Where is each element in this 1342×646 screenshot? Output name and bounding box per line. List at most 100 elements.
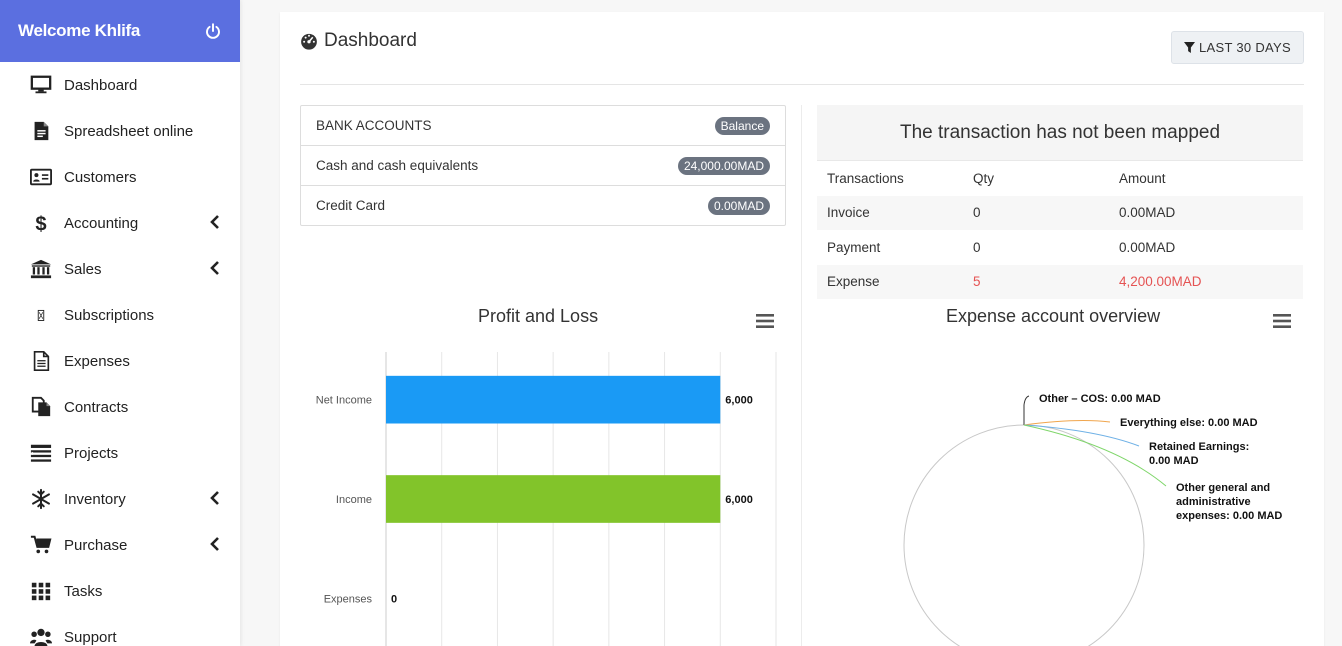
column-divider <box>801 105 802 646</box>
table-row[interactable]: Expense 5 4,200.00MAD <box>817 264 1303 299</box>
pie-outline <box>903 424 1145 646</box>
data-label: 6,000 <box>725 494 753 506</box>
snowflake-icon <box>29 487 53 511</box>
grid-icon <box>29 579 53 603</box>
slice-connector <box>1023 420 1111 426</box>
bank-accounts-title: BANK ACCOUNTS <box>316 118 432 133</box>
transaction-qty: 0 <box>973 239 981 255</box>
sidebar-item-projects[interactable]: Projects <box>0 430 240 476</box>
sidebar-header: Welcome Khlifa <box>0 0 240 62</box>
bar[interactable] <box>386 475 721 523</box>
transaction-name: Expense <box>817 264 963 299</box>
header-divider <box>300 84 1304 85</box>
sidebar: Welcome Khlifa Dashboard Spreadsheet onl… <box>0 0 240 646</box>
sidebar-item-label: Spreadsheet online <box>64 122 194 140</box>
sidebar-item-dashboard[interactable]: Dashboard <box>0 62 240 108</box>
slice-label: Retained Earnings: 0.00 MAD <box>1149 441 1249 467</box>
filter-icon <box>1184 42 1195 53</box>
broken-glyph-icon <box>29 303 53 327</box>
bank-account-row[interactable]: Cash and cash equivalents 24,000.00MAD <box>301 145 785 185</box>
page-header: Dashboard <box>300 30 417 52</box>
profit-loss-title: Profit and Loss <box>478 306 599 326</box>
bank-account-row[interactable]: Credit Card 0.00MAD <box>301 185 785 225</box>
sidebar-item-label: Purchase <box>64 536 128 554</box>
bank-account-balance: 24,000.00MAD <box>677 156 770 175</box>
sidebar-item-label: Support <box>64 628 117 646</box>
transaction-amount: 4,200.00MAD <box>1109 264 1303 299</box>
sidebar-item-inventory[interactable]: Inventory <box>0 476 240 522</box>
id-card-icon <box>29 165 53 189</box>
expense-overview-chart: Other – COS: 0.00 MAD Everything else: 0.… <box>903 393 1282 646</box>
bank-account-name: Credit Card <box>316 198 386 213</box>
transaction-amount: 0.00MAD <box>1119 239 1176 255</box>
transactions-title: The transaction has not been mapped <box>817 105 1303 161</box>
transaction-qty: 0 <box>963 195 1109 230</box>
table-row[interactable]: Payment 0 0.00MAD <box>817 230 1303 265</box>
sidebar-nav: Dashboard Spreadsheet online Customers $… <box>0 62 240 646</box>
sidebar-item-support[interactable]: Support <box>0 614 240 646</box>
category-label: Income <box>336 494 372 506</box>
category-label: Net Income <box>316 395 372 407</box>
bar[interactable] <box>386 375 721 424</box>
sidebar-item-expenses[interactable]: Expenses <box>0 338 240 384</box>
dashboard-gauge-icon <box>301 33 317 50</box>
table-header-row: Transactions Qty Amount <box>817 161 1303 196</box>
chart-menu-icon[interactable] <box>756 314 774 328</box>
data-label: 6,000 <box>725 395 753 407</box>
file-lines-icon <box>29 349 53 373</box>
chevron-left-icon <box>210 261 219 275</box>
page-title: Dashboard <box>324 30 417 51</box>
sidebar-item-sales[interactable]: Sales <box>0 246 240 292</box>
sidebar-item-subscriptions[interactable]: Subscriptions <box>0 292 240 338</box>
column-header: Amount <box>1119 170 1166 186</box>
power-icon[interactable] <box>204 22 222 40</box>
bank-icon <box>29 257 53 281</box>
sidebar-item-label: Projects <box>64 444 119 462</box>
sidebar-item-label: Dashboard <box>64 76 138 94</box>
category-label: Expenses <box>324 593 373 605</box>
chevron-left-icon <box>210 537 219 551</box>
users-icon <box>29 625 53 646</box>
list-bars-icon <box>29 441 53 465</box>
bank-account-balance: 0.00MAD <box>707 196 770 215</box>
slice-label: Other – COS: 0.00 MAD <box>1039 393 1161 405</box>
sidebar-item-label: Customers <box>64 168 137 186</box>
sidebar-item-label: Sales <box>64 260 102 278</box>
file-text-icon <box>29 119 53 143</box>
chart-menu-icon[interactable] <box>1273 314 1291 328</box>
slice-label: Other general and administrative expenses:… <box>1176 482 1282 522</box>
column-header: Qty <box>973 170 995 186</box>
svg-text:$: $ <box>35 213 46 234</box>
data-label: 0 <box>391 593 397 605</box>
chevron-left-icon <box>210 491 219 505</box>
sidebar-item-label: Subscriptions <box>64 306 155 324</box>
sidebar-item-accounting[interactable]: $ Accounting <box>0 200 240 246</box>
unmapped-transactions-card: The transaction has not been mapped Tran… <box>817 105 1303 299</box>
welcome-text: Welcome Khlifa <box>18 21 141 40</box>
balance-badge: Balance <box>714 116 770 135</box>
sidebar-item-customers[interactable]: Customers <box>0 154 240 200</box>
cart-icon <box>29 533 53 557</box>
sidebar-item-tasks[interactable]: Tasks <box>0 568 240 614</box>
sidebar-item-label: Expenses <box>64 352 130 370</box>
sidebar-item-spreadsheet[interactable]: Spreadsheet online <box>0 108 240 154</box>
sidebar-item-label: Contracts <box>64 398 129 416</box>
sidebar-item-purchase[interactable]: Purchase <box>0 522 240 568</box>
bank-account-name: Cash and cash equivalents <box>316 158 479 173</box>
bank-accounts-header: BANK ACCOUNTS Balance <box>301 106 785 145</box>
bank-accounts-card: BANK ACCOUNTS Balance Cash and cash equi… <box>300 105 786 226</box>
slice-connector <box>1023 395 1030 425</box>
sidebar-item-label: Accounting <box>64 214 139 232</box>
copy-files-icon <box>29 395 53 419</box>
profit-loss-chart: Net Income 6,000 Income 6,000 Expenses 0 <box>316 352 777 646</box>
sidebar-item-label: Tasks <box>64 582 103 600</box>
filter-label: LAST 30 DAYS <box>1199 40 1291 55</box>
column-header: Transactions <box>827 170 904 186</box>
monitor-icon <box>29 73 53 97</box>
date-filter-button[interactable]: LAST 30 DAYS <box>1171 31 1304 64</box>
sidebar-item-contracts[interactable]: Contracts <box>0 384 240 430</box>
transaction-name: Invoice <box>817 195 963 230</box>
transaction-qty: 5 <box>963 264 1109 299</box>
transaction-amount: 0.00MAD <box>1109 195 1303 230</box>
table-row[interactable]: Invoice 0 0.00MAD <box>817 195 1303 230</box>
